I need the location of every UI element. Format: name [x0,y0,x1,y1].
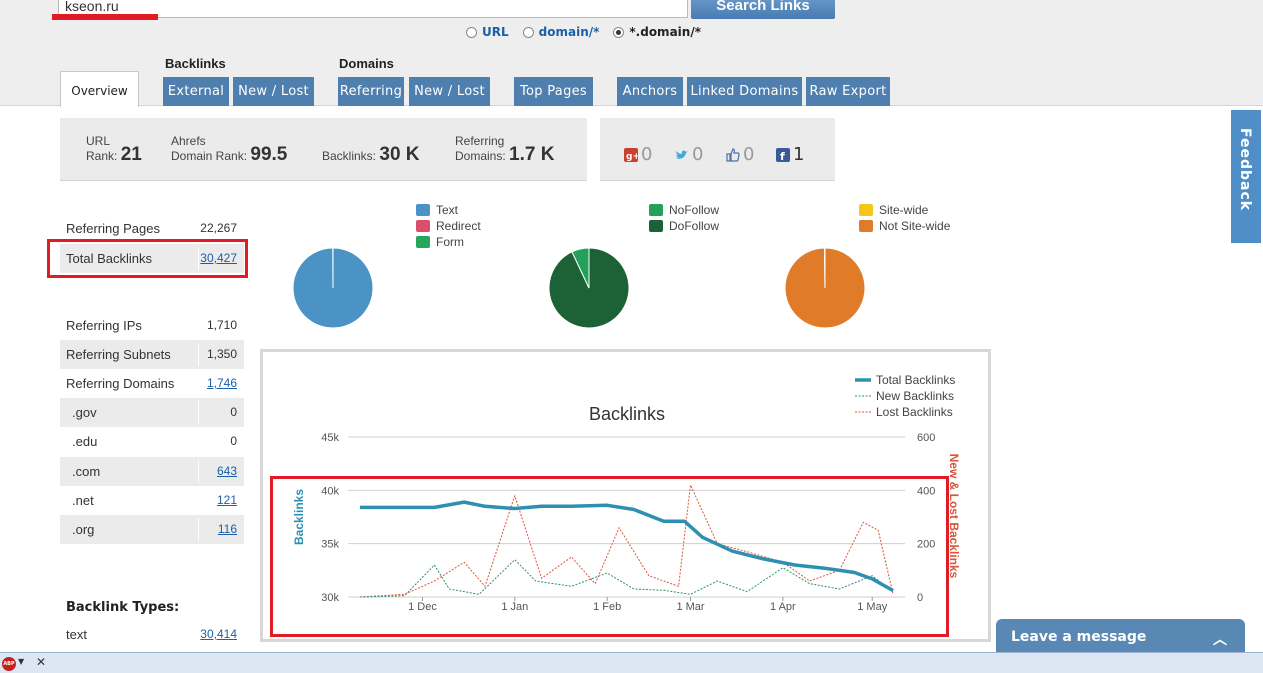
legend-label: Total Backlinks [876,373,955,387]
browser-addon-bar: ABP ▼ ✕ [0,652,1263,673]
legend-label: New Backlinks [876,389,954,403]
chart-title: Backlinks [589,404,665,424]
dropdown-arrow-icon[interactable]: ▼ [18,657,24,666]
feedback-tab[interactable]: Feedback [1231,110,1261,243]
close-icon[interactable]: ✕ [36,655,46,669]
adblock-icon[interactable]: ABP [2,657,16,671]
y2-tick-label: 600 [917,432,935,444]
chevron-up-icon[interactable]: ︿ [1213,629,1227,649]
y-tick-label: 45k [321,432,339,444]
legend-label: Lost Backlinks [876,405,953,419]
annotation-box-chart [270,476,949,637]
y2-axis-title: New & Lost Backlinks [947,454,961,579]
